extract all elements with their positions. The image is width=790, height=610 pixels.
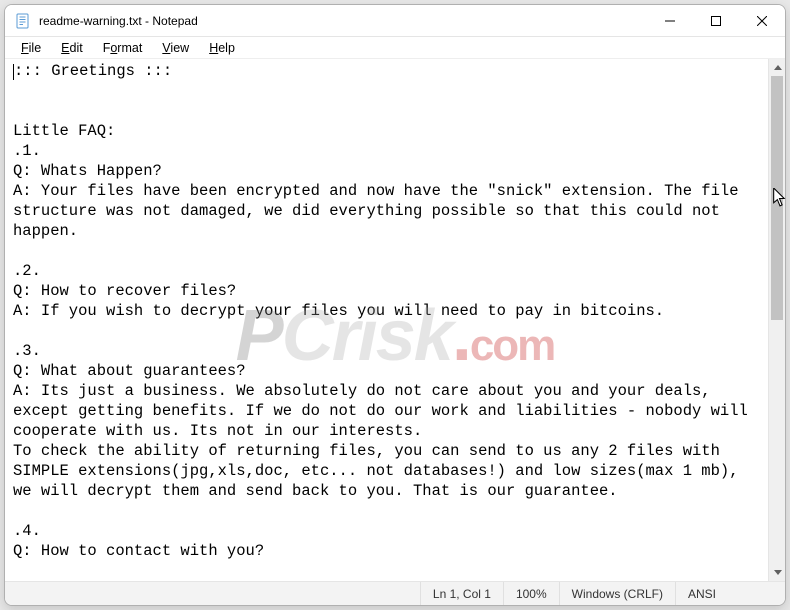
- minimize-icon: [665, 16, 675, 26]
- scroll-track[interactable]: [769, 76, 785, 564]
- document-body: ::: Greetings ::: Little FAQ: .1. Q: Wha…: [13, 62, 757, 560]
- status-encoding: ANSI: [675, 582, 785, 605]
- vertical-scrollbar[interactable]: [768, 59, 785, 581]
- content-area: ::: Greetings ::: Little FAQ: .1. Q: Wha…: [5, 59, 785, 581]
- scroll-thumb[interactable]: [771, 76, 783, 320]
- notepad-window: readme-warning.txt - Notepad File Edit F…: [4, 4, 786, 606]
- text-editor[interactable]: ::: Greetings ::: Little FAQ: .1. Q: Wha…: [5, 59, 768, 581]
- window-controls: [647, 5, 785, 36]
- menu-file[interactable]: File: [11, 39, 51, 57]
- menu-help[interactable]: Help: [199, 39, 245, 57]
- scroll-up-button[interactable]: [769, 59, 786, 76]
- menu-edit[interactable]: Edit: [51, 39, 93, 57]
- scroll-down-button[interactable]: [769, 564, 786, 581]
- titlebar[interactable]: readme-warning.txt - Notepad: [5, 5, 785, 37]
- minimize-button[interactable]: [647, 5, 693, 37]
- chevron-up-icon: [774, 65, 782, 70]
- menu-view[interactable]: View: [152, 39, 199, 57]
- maximize-button[interactable]: [693, 5, 739, 37]
- status-position: Ln 1, Col 1: [420, 582, 503, 605]
- notepad-icon: [15, 13, 31, 29]
- close-icon: [757, 16, 767, 26]
- status-line-ending: Windows (CRLF): [559, 582, 675, 605]
- status-zoom: 100%: [503, 582, 559, 605]
- menubar: File Edit Format View Help: [5, 37, 785, 59]
- close-button[interactable]: [739, 5, 785, 37]
- maximize-icon: [711, 16, 721, 26]
- statusbar: Ln 1, Col 1 100% Windows (CRLF) ANSI: [5, 581, 785, 605]
- chevron-down-icon: [774, 570, 782, 575]
- menu-format[interactable]: Format: [93, 39, 153, 57]
- window-title: readme-warning.txt - Notepad: [39, 14, 647, 28]
